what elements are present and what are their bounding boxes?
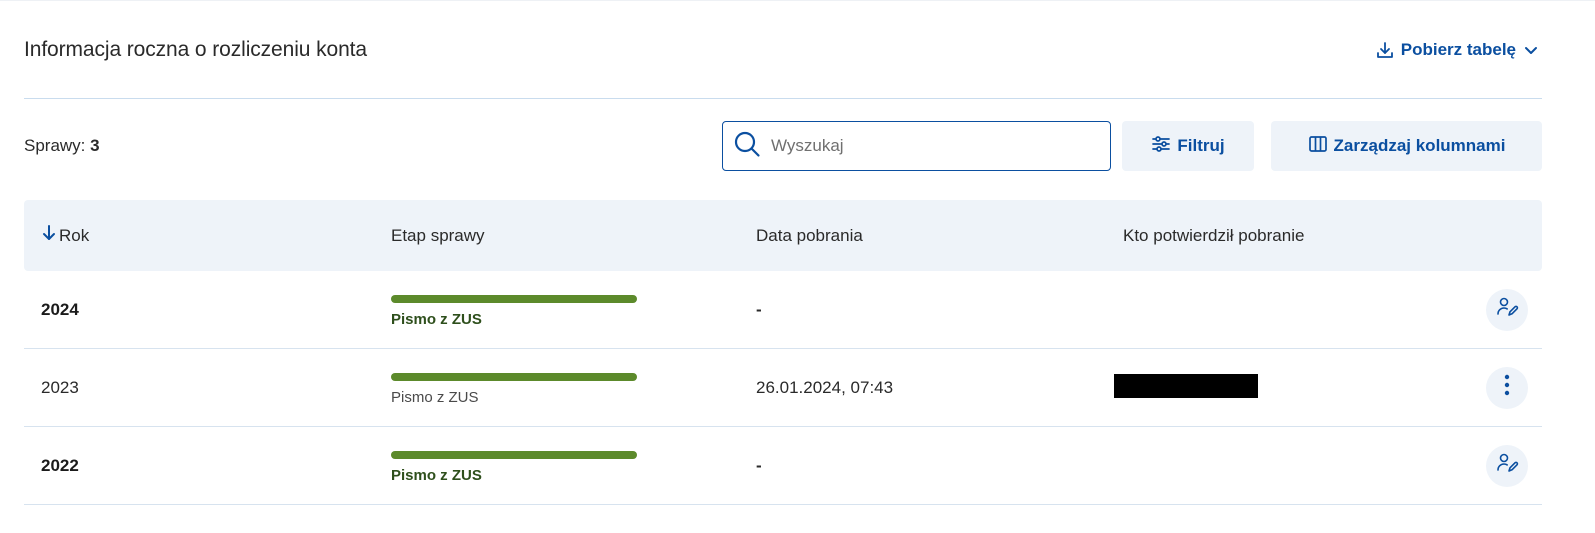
table-row: 2024 Pismo z ZUS - xyxy=(24,271,1542,349)
page-title: Informacja roczna o rozliczeniu konta xyxy=(24,37,367,61)
download-table-button[interactable]: Pobierz tabelę xyxy=(1375,40,1542,60)
row-year: 2024 xyxy=(41,299,79,319)
column-header-date: Data pobrania xyxy=(756,225,863,245)
download-date: - xyxy=(756,455,762,475)
search-box[interactable] xyxy=(722,121,1111,171)
stage-label: Pismo z ZUS xyxy=(391,311,482,328)
cases-count: Sprawy: 3 xyxy=(24,136,722,156)
table-row: 2023 Pismo z ZUS 26.01.2024, 07:43 xyxy=(24,349,1542,427)
table-row: 2022 Pismo z ZUS - xyxy=(24,427,1542,505)
download-table-label: Pobierz tabelę xyxy=(1400,39,1516,59)
row-year: 2023 xyxy=(41,377,79,397)
table-header: Rok Etap sprawy Data pobrania Kto potwie… xyxy=(24,200,1542,271)
column-header-confirmed-by: Kto potwierdził pobranie xyxy=(1123,225,1305,245)
progress-bar xyxy=(391,373,637,381)
search-input[interactable] xyxy=(771,122,1110,170)
table-toolbar: Sprawy: 3 Filtruj xyxy=(24,121,1542,171)
manage-columns-button[interactable]: Zarządzaj kolumnami xyxy=(1271,121,1542,171)
columns-icon xyxy=(1308,134,1328,159)
stage-progress: Pismo z ZUS xyxy=(391,291,756,328)
panel-header: Informacja roczna o rozliczeniu konta Po… xyxy=(24,1,1542,99)
confirm-download-button[interactable] xyxy=(1486,444,1528,487)
column-header-year[interactable]: Rok xyxy=(24,224,391,247)
progress-bar xyxy=(391,451,637,459)
column-header-year-label: Rok xyxy=(59,225,90,245)
cases-count-value: 3 xyxy=(90,136,100,155)
arrow-down-icon xyxy=(41,224,57,247)
search-icon xyxy=(733,130,761,163)
chevron-down-icon xyxy=(1522,41,1540,59)
redacted-name xyxy=(1114,373,1258,398)
filter-label: Filtruj xyxy=(1177,136,1225,155)
annual-account-panel: Informacja roczna o rozliczeniu konta Po… xyxy=(0,0,1595,533)
download-icon xyxy=(1375,40,1395,60)
progress-bar xyxy=(391,295,637,303)
download-date: - xyxy=(756,299,762,319)
download-date: 26.01.2024, 07:43 xyxy=(756,377,894,397)
stage-progress: Pismo z ZUS xyxy=(391,447,756,484)
person-edit-icon xyxy=(1495,451,1519,480)
row-year: 2022 xyxy=(41,455,79,475)
confirm-download-button[interactable] xyxy=(1486,288,1528,331)
stage-label: Pismo z ZUS xyxy=(391,467,482,484)
sliders-icon xyxy=(1151,134,1171,159)
column-header-stage: Etap sprawy xyxy=(391,225,485,245)
cases-table: Rok Etap sprawy Data pobrania Kto potwie… xyxy=(24,200,1542,505)
stage-progress: Pismo z ZUS xyxy=(391,369,756,406)
manage-columns-label: Zarządzaj kolumnami xyxy=(1333,136,1506,155)
cases-count-label: Sprawy: xyxy=(24,136,86,155)
more-actions-button[interactable] xyxy=(1486,366,1528,409)
person-edit-icon xyxy=(1495,295,1519,324)
stage-label: Pismo z ZUS xyxy=(391,389,479,406)
filter-button[interactable]: Filtruj xyxy=(1122,121,1254,171)
more-vertical-icon xyxy=(1504,374,1510,401)
